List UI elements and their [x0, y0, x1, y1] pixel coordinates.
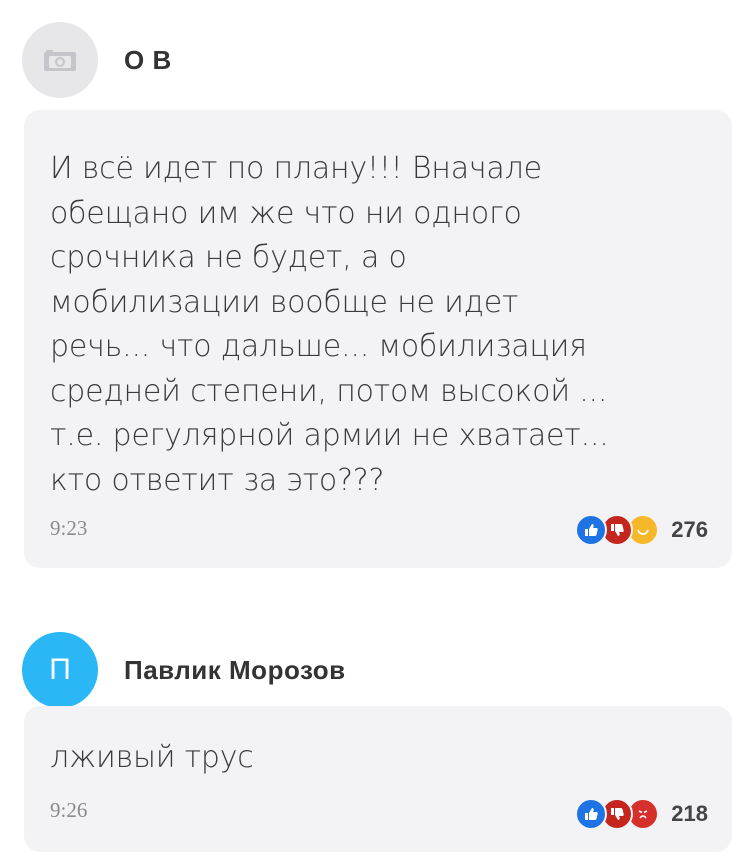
comment-text-line: мобилизации вообще не идет [50, 284, 519, 320]
comment-text-line: И всё идет по плану!!! Вначале [50, 151, 542, 186]
comment-bubble: И всё идет по плану!!! Вначале обещано и… [24, 110, 732, 568]
comment-header: О В [22, 22, 172, 98]
author-name[interactable]: О В [124, 45, 172, 76]
comment-text-line: срочника не будет, а о [50, 240, 407, 275]
comment-header: П Павлик Морозов [22, 632, 346, 708]
comment-text: И всё идет по плану!!! Вначале обещано и… [50, 147, 692, 503]
comment-bubble: лживый трус 9:26 218 [24, 706, 732, 852]
comment-text-line: кто ответит за это??? [50, 462, 385, 498]
avatar-letter: П [49, 653, 71, 686]
reactions-bar[interactable]: 218 [575, 798, 708, 830]
avatar[interactable] [22, 22, 98, 98]
comment-time: 9:26 [50, 798, 88, 822]
like-reaction-icon[interactable] [575, 798, 608, 830]
reactions-bar[interactable]: 276 [575, 514, 708, 546]
comment-text-line: речь... что дальше... мобилизация [50, 329, 587, 364]
comment-text-line: средней степени, потом высокой ... [50, 373, 608, 409]
avatar[interactable]: П [22, 632, 98, 708]
comment-time: 9:23 [50, 516, 88, 540]
comment-text-line: лживый трус [50, 740, 254, 775]
reaction-count: 218 [671, 801, 708, 826]
comment-text: лживый трус [50, 736, 692, 781]
comment-text-line: обещано им же что ни одного [50, 195, 522, 231]
comment-text-line: т.е. регулярной армии не хватает... [50, 418, 609, 453]
reaction-count: 276 [671, 517, 708, 542]
camera-icon [44, 50, 76, 71]
like-reaction-icon[interactable] [575, 514, 608, 546]
author-name[interactable]: Павлик Морозов [124, 655, 346, 686]
